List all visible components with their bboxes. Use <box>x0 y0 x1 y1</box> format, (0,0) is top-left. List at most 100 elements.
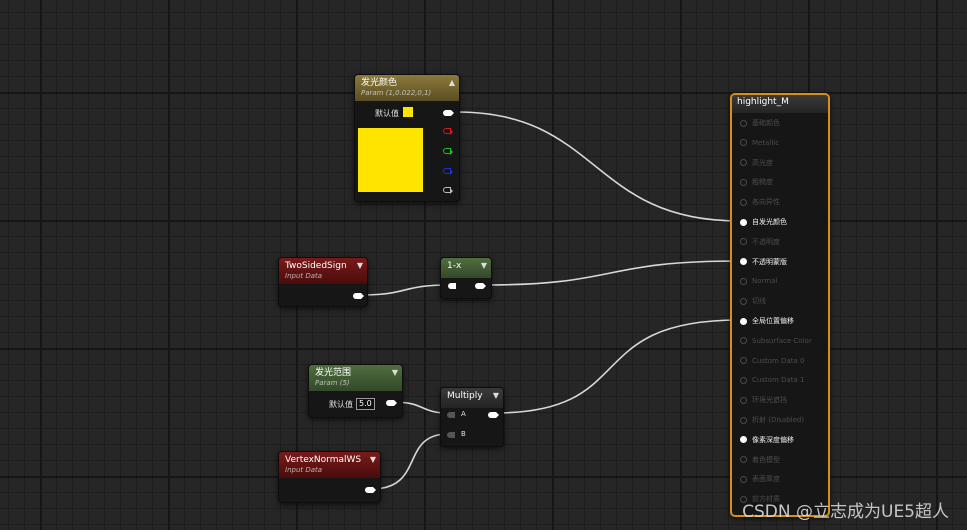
result-pin-label: Metallic <box>752 138 780 147</box>
result-pin-label: 着色模型 <box>752 455 780 464</box>
chevron-down-icon[interactable]: ▼ <box>481 262 487 270</box>
green-output-pin[interactable] <box>443 148 453 155</box>
two-sided-sign-node[interactable]: TwoSidedSign Input Data ▼ <box>278 257 368 307</box>
input-pin[interactable] <box>740 317 747 325</box>
input-pin[interactable] <box>740 416 747 424</box>
result-pin-row[interactable]: Subsurface Color <box>740 335 812 347</box>
input-pin[interactable] <box>740 396 747 404</box>
input-pin[interactable] <box>740 337 747 345</box>
node-title: 发光范围 <box>315 368 352 378</box>
input-pin[interactable] <box>740 119 747 127</box>
wire-oneminus-to-result <box>483 260 740 286</box>
result-pin-row[interactable]: 各向异性 <box>740 196 780 208</box>
default-value-input[interactable]: 5.0 <box>356 398 375 410</box>
input-pin[interactable] <box>740 238 747 246</box>
node-title: 1-x <box>447 261 462 271</box>
node-subtitle: Param (1,0.022,0,1) <box>361 89 432 97</box>
result-pin-label: 高光度 <box>752 158 773 167</box>
alpha-output-pin[interactable] <box>443 187 453 194</box>
multiply-node[interactable]: Multiply ▼ A B <box>440 387 504 447</box>
node-header[interactable]: highlight_M <box>732 95 828 113</box>
vertex-normal-ws-node[interactable]: VertexNormalWS Input Data ▼ <box>278 451 381 503</box>
result-pin-row[interactable]: 不透明蒙版 <box>740 256 787 268</box>
result-pin-label: Normal <box>752 277 778 286</box>
input-pin[interactable] <box>740 198 747 206</box>
chevron-down-icon[interactable]: ▼ <box>392 369 398 377</box>
output-pin[interactable] <box>475 283 486 289</box>
input-pin[interactable] <box>740 178 747 186</box>
result-pin-row[interactable]: Metallic <box>740 137 779 149</box>
node-subtitle: Param (5) <box>315 379 350 387</box>
node-header[interactable]: Multiply ▼ <box>441 388 503 408</box>
color-preview-swatch <box>358 128 423 192</box>
node-title: VertexNormalWS <box>285 455 362 465</box>
wire-multiply-to-result <box>494 319 740 414</box>
result-pin-row[interactable]: 高光度 <box>740 157 773 169</box>
input-pin[interactable] <box>740 139 747 147</box>
input-pin[interactable] <box>740 357 747 365</box>
result-pin-label: 像素深度偏移 <box>752 435 794 444</box>
input-pin-a[interactable] <box>447 412 455 418</box>
node-header[interactable]: 发光颜色 Param (1,0.022,0,1) ▲ <box>355 75 459 101</box>
red-output-pin[interactable] <box>443 128 453 135</box>
result-pin-row[interactable]: 着色模型 <box>740 454 780 466</box>
one-minus-node[interactable]: 1-x ▼ <box>440 257 492 299</box>
input-pin-b[interactable] <box>447 432 455 438</box>
wire-vertexnormal-to-multiply-b <box>371 433 449 490</box>
result-pin-row[interactable]: 折射 (Disabled) <box>740 414 804 426</box>
result-pin-label: 基础颜色 <box>752 119 780 127</box>
input-pin[interactable] <box>740 297 747 305</box>
default-value-label: 默认值 <box>375 109 399 118</box>
input-pin[interactable] <box>448 283 456 289</box>
result-pin-row[interactable]: 像素深度偏移 <box>740 434 794 446</box>
material-result-node[interactable]: highlight_M 基础颜色 Metallic 高光度粗糙度各向异性自发光颜色不… <box>730 93 830 517</box>
input-pin[interactable] <box>740 277 747 285</box>
node-title: Multiply <box>447 391 483 401</box>
result-pin-label: Custom Data 0 <box>752 356 805 365</box>
result-pin-row[interactable]: 全局位置偏移 <box>740 315 794 327</box>
rgba-output-pin[interactable] <box>443 110 454 116</box>
result-pin-row[interactable]: 粗糙度 <box>740 176 773 188</box>
result-pin-row[interactable]: 自发光颜色 <box>740 216 787 228</box>
wire-twosided-to-oneminus <box>359 284 450 296</box>
node-subtitle: Input Data <box>285 272 323 280</box>
input-pin[interactable] <box>740 475 747 483</box>
node-header[interactable]: VertexNormalWS Input Data ▼ <box>279 452 380 478</box>
result-pin-row[interactable]: 表面厚度 <box>740 473 780 485</box>
output-pin[interactable] <box>353 293 364 299</box>
result-pin-row[interactable]: Custom Data 1 <box>740 374 804 386</box>
node-header[interactable]: TwoSidedSign Input Data ▼ <box>279 258 367 284</box>
chevron-up-icon[interactable]: ▲ <box>449 79 455 87</box>
input-pin[interactable] <box>740 376 747 384</box>
output-pin[interactable] <box>488 412 499 418</box>
result-pin-row[interactable]: Custom Data 0 <box>740 355 804 367</box>
chevron-down-icon[interactable]: ▼ <box>493 392 499 400</box>
result-pin-label: 表面厚度 <box>752 475 780 484</box>
result-pin-label: 环境光遮挡 <box>752 396 787 405</box>
color-swatch-small[interactable] <box>403 107 413 117</box>
wire-emissive-to-result <box>456 111 740 222</box>
input-pin[interactable] <box>740 258 747 266</box>
chevron-down-icon[interactable]: ▼ <box>357 262 363 270</box>
blue-output-pin[interactable] <box>443 168 453 175</box>
node-subtitle: Input Data <box>285 466 323 474</box>
input-pin[interactable] <box>740 218 747 226</box>
chevron-down-icon[interactable]: ▼ <box>370 456 376 464</box>
node-header[interactable]: 发光范围 Param (5) ▼ <box>309 365 402 391</box>
result-pin-row[interactable]: 环境光遮挡 <box>740 394 787 406</box>
node-title: 发光颜色 <box>361 78 398 88</box>
input-pin[interactable] <box>740 436 747 444</box>
result-pin-row[interactable]: Normal <box>740 275 777 287</box>
result-pin-row[interactable]: 切线 <box>740 295 766 307</box>
emissive-color-param-node[interactable]: 发光颜色 Param (1,0.022,0,1) ▲ 默认值 <box>354 74 460 202</box>
result-pin-label: Subsurface Color <box>752 336 812 345</box>
output-pin[interactable] <box>365 487 376 493</box>
node-header[interactable]: 1-x ▼ <box>441 258 491 278</box>
result-pin-label: 折射 (Disabled) <box>752 416 805 424</box>
result-pin-row[interactable]: 基础颜色 <box>740 117 780 129</box>
input-pin[interactable] <box>740 456 747 464</box>
output-pin[interactable] <box>386 400 397 406</box>
input-pin[interactable] <box>740 159 747 167</box>
result-pin-row[interactable]: 不透明度 <box>740 236 780 248</box>
emissive-range-param-node[interactable]: 发光范围 Param (5) ▼ 默认值 5.0 <box>308 364 403 418</box>
